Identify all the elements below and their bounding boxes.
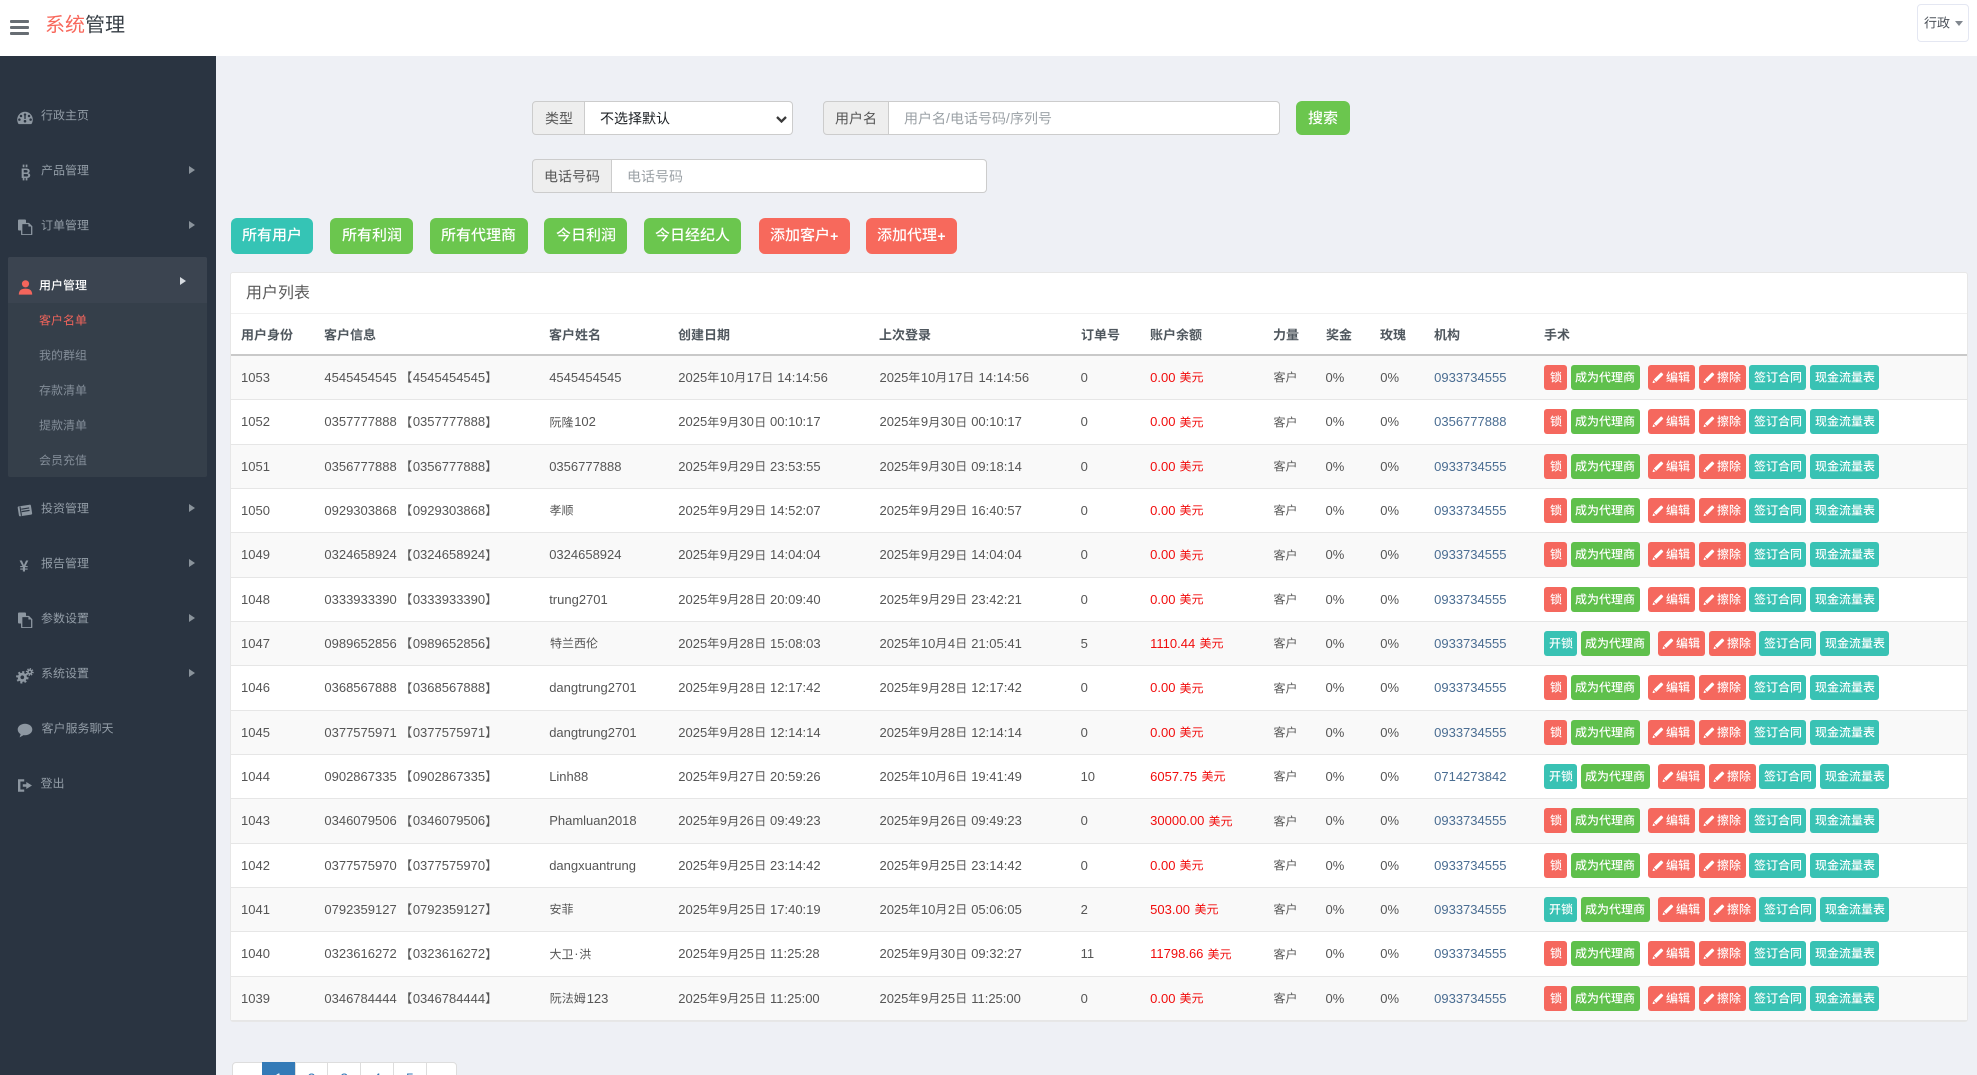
svg-text:B: B <box>21 165 31 181</box>
svg-text:¥: ¥ <box>19 559 28 574</box>
